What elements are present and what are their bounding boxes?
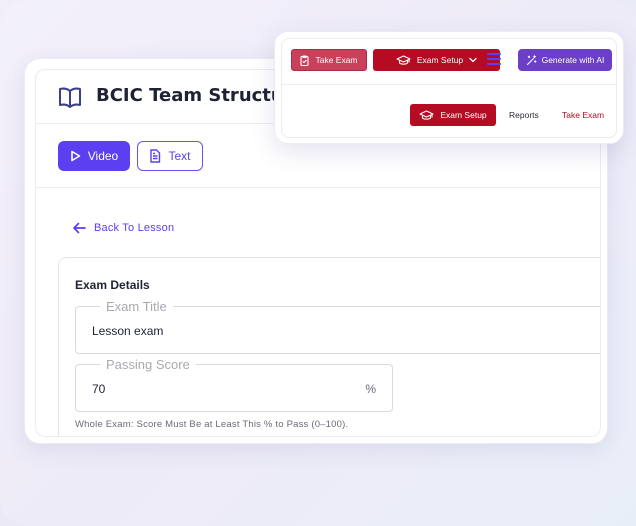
exam-setup-dropdown-button[interactable]: Exam Setup [373, 49, 500, 71]
reports-link[interactable]: Reports [509, 110, 539, 120]
take-exam-link[interactable]: Take Exam [562, 110, 604, 120]
video-tab-button[interactable]: Video [58, 141, 130, 171]
book-open-icon [58, 86, 82, 108]
video-tab-label: Video [87, 149, 119, 163]
exam-details-card: Exam Details Exam Title Lesson exam Pass… [58, 257, 600, 436]
text-tab-button[interactable]: Text [137, 141, 203, 171]
exam-details-heading: Exam Details [75, 278, 150, 292]
document-icon [149, 149, 161, 163]
exam-title-field[interactable]: Exam Title Lesson exam [75, 299, 600, 354]
text-tab-label: Text [168, 149, 191, 163]
arrow-left-icon [72, 222, 86, 234]
clipboard-check-icon [300, 54, 310, 66]
play-icon [70, 150, 81, 162]
passing-score-field[interactable]: Passing Score 70 % [75, 357, 393, 412]
magic-wand-icon [526, 54, 537, 66]
exam-toolbar-window: Take Exam Exam Setup Generate with AI Ex… [274, 31, 624, 144]
graduation-cap-icon [419, 109, 434, 121]
graduation-cap-icon [396, 54, 411, 66]
take-exam-button[interactable]: Take Exam [291, 49, 367, 71]
back-link-label: Back To Lesson [94, 222, 175, 234]
generate-with-ai-label: Generate with AI [541, 55, 605, 65]
back-to-lesson-link[interactable]: Back To Lesson [72, 222, 174, 234]
exam-setup-nav-label: Exam Setup [440, 110, 487, 120]
passing-score-helper: Whole Exam: Score Must Be at Least This … [75, 419, 349, 430]
take-exam-label: Take Exam [315, 55, 358, 65]
exam-setup-nav-button[interactable]: Exam Setup [410, 104, 496, 126]
exam-toolbar-panel: Take Exam Exam Setup Generate with AI Ex… [281, 38, 617, 138]
percent-suffix: % [365, 382, 376, 396]
toolbar-top-row: Take Exam Exam Setup Generate with AI [282, 39, 616, 85]
generate-with-ai-button[interactable]: Generate with AI [518, 49, 612, 71]
passing-score-value: 70 [92, 382, 106, 396]
exam-title-value: Lesson exam [92, 324, 164, 338]
exam-setup-label: Exam Setup [416, 55, 464, 65]
passing-score-label: Passing Score [100, 357, 196, 372]
exam-title-label: Exam Title [100, 299, 173, 314]
hamburger-icon[interactable] [487, 53, 501, 65]
chevron-down-icon [469, 57, 477, 63]
